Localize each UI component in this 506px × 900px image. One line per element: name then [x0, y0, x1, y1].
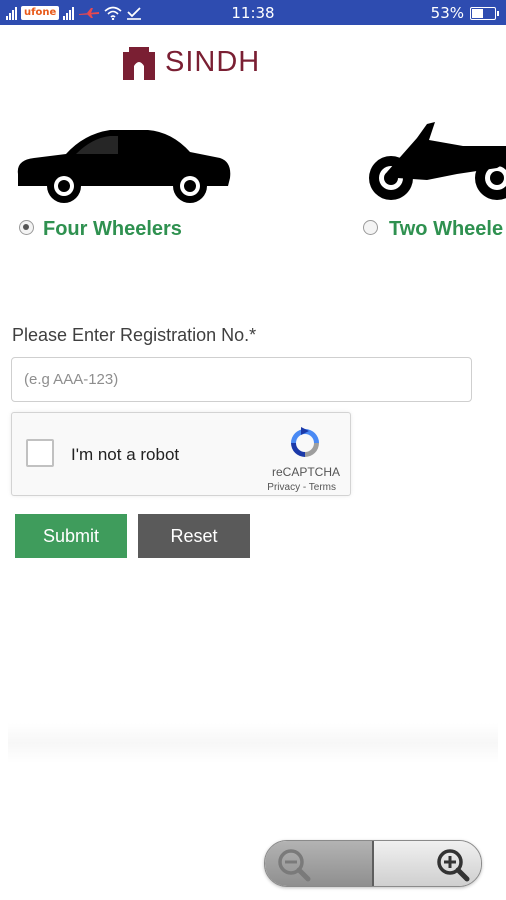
- gate-icon: [123, 47, 155, 80]
- zoom-out-button[interactable]: [265, 841, 373, 886]
- recaptcha-label: I'm not a robot: [71, 445, 180, 464]
- battery-percent: 53%: [430, 4, 464, 22]
- vehicle-option-two-wheelers[interactable]: Two Wheele: [355, 110, 506, 250]
- motorcycle-icon: [369, 122, 506, 200]
- zoom-in-button[interactable]: [374, 841, 481, 886]
- four-wheelers-radio[interactable]: [19, 220, 34, 235]
- battery-fill: [472, 8, 483, 18]
- vehicle-option-four-wheelers[interactable]: Four Wheelers: [0, 110, 250, 250]
- recaptcha-checkbox[interactable]: [26, 439, 54, 467]
- divider-band: [8, 723, 498, 763]
- status-right: 53%: [430, 4, 499, 22]
- zoom-out-icon: [278, 849, 311, 882]
- reset-button[interactable]: Reset: [138, 514, 250, 558]
- recaptcha-brand: reCAPTCHA: [271, 465, 340, 479]
- registration-label: Please Enter Registration No.*: [12, 325, 257, 345]
- zoom-control: [264, 840, 482, 887]
- two-wheelers-radio[interactable]: [363, 220, 378, 235]
- four-wheelers-label: Four Wheelers: [43, 218, 182, 240]
- car-icon: [17, 130, 231, 203]
- registration-input[interactable]: [11, 357, 472, 402]
- recaptcha-icon: [291, 427, 319, 457]
- zoom-in-icon: [437, 849, 470, 882]
- battery-icon: [470, 6, 499, 20]
- two-wheelers-label: Two Wheele: [389, 218, 504, 240]
- logo-text: SINDH: [165, 45, 261, 78]
- submit-button[interactable]: Submit: [15, 514, 127, 558]
- recaptcha-widget: I'm not a robot reCAPTCHA Privacy - Term…: [11, 412, 351, 496]
- sindh-logo: SINDH: [121, 44, 260, 80]
- status-bar: ufone 11:38 53%: [0, 0, 506, 25]
- recaptcha-links[interactable]: Privacy - Terms: [267, 482, 336, 493]
